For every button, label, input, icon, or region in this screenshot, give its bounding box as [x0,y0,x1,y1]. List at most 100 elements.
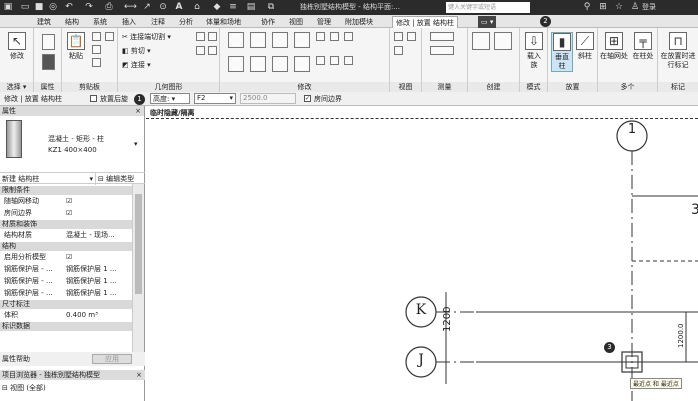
star-icon[interactable]: ☆ [614,2,624,12]
create-assembly-icon[interactable] [472,32,490,50]
undo-icon[interactable]: ↶ [64,2,74,12]
search-input[interactable]: 键入关键字或短语 [446,2,530,13]
tab-massing-site[interactable]: 体量和场地 [203,16,244,28]
mirror-draw-icon[interactable] [294,32,310,48]
create-parts-icon[interactable] [494,32,512,50]
subscription-icon[interactable]: ⊞ [598,2,608,12]
property-section[interactable]: 结构 [0,242,132,251]
cut-geometry-button[interactable]: ◧ 剪切 ▾ [122,46,151,56]
dimension-1200[interactable]: 1200 [442,307,453,332]
mirror-axis-icon[interactable] [272,32,288,48]
properties-help-link[interactable]: 属性帮助 [2,352,30,366]
property-row[interactable]: 钢筋保护层 - ... 钢筋保护层 1 ... [0,288,132,298]
tab-architecture[interactable]: 建筑 [34,16,54,28]
dimension-tool-icon[interactable] [430,46,454,55]
property-section[interactable]: 尺寸标注 [0,300,132,309]
close-icon[interactable]: × [136,370,142,380]
property-value[interactable]: 钢筋保护层 1 ... [66,264,132,274]
tag-icon[interactable]: ⊙ [158,2,168,12]
room-bounding-checkbox[interactable]: ✓ [304,95,311,102]
properties-icon[interactable] [42,34,55,50]
split-face-icon[interactable] [196,32,205,41]
split-gap-icon[interactable] [330,32,339,41]
save-icon[interactable]: ■ [34,2,44,12]
cut-icon[interactable] [92,32,101,41]
delete-icon[interactable] [344,56,353,65]
array-icon[interactable] [344,32,353,41]
split-icon[interactable] [316,32,325,41]
property-value[interactable]: 混凝土 - 现场... [66,230,132,240]
depth-height-select[interactable]: 高度: ▾ [150,93,190,104]
property-value[interactable]: 钢筋保护层 1 ... [66,288,132,298]
close-hidden-icon[interactable]: ▤ [246,2,256,12]
property-row[interactable]: 钢筋保护层 - ... 钢筋保护层 1 ... [0,276,132,286]
select-panel-label[interactable]: 选择 ▾ [0,82,33,92]
text-icon[interactable]: A [174,2,184,12]
property-row[interactable]: 钢筋保护层 - ... 钢筋保护层 1 ... [0,264,132,274]
paste-aligned-icon[interactable] [105,32,114,41]
tag-on-placement-button[interactable]: ⊓ 在放置时进行标记 [659,32,697,70]
tab-annotate[interactable]: 注释 [148,16,168,28]
instance-filter-select[interactable]: 新建 结构柱 ▾ [2,173,96,185]
hide-icon[interactable] [394,32,403,41]
cope-button[interactable]: ✂ 连接端切割 ▾ [122,32,171,42]
open-icon[interactable]: ▭ [20,2,30,12]
demolish-icon[interactable] [208,46,217,55]
sync-icon[interactable]: ◎ [48,2,58,12]
measure-distance-icon[interactable] [430,32,454,41]
copy-icon[interactable] [92,45,101,54]
trim-icon[interactable] [294,56,310,72]
redo-icon[interactable]: ↷ [84,2,94,12]
property-row[interactable]: 体积 0.400 m³ [0,310,132,320]
type-selector-chevron-icon[interactable]: ▾ [134,140,138,148]
property-value[interactable]: 0.400 m³ [66,310,132,320]
property-section[interactable]: 限制条件 [0,186,132,195]
dimension-icon[interactable]: ↗ [142,2,152,12]
align-icon[interactable] [228,32,244,48]
rotate-icon[interactable] [272,56,288,72]
match-type-icon[interactable] [92,58,101,67]
drawing-area[interactable]: 临时隐藏/隔离 1 K J 3 1200 1200.0 3 最近点 和 最近点 [146,106,698,401]
tab-minimize-icon[interactable]: ▭ ▾ [478,16,497,28]
paste-button[interactable]: 📋 粘贴 [66,32,86,61]
slanted-column-button[interactable]: ⟋ 斜柱 [575,32,595,61]
app-menu-icon[interactable]: ▣ [3,2,13,12]
thin-lines-icon[interactable]: ≡ [228,2,238,12]
property-section[interactable]: 标识数据 [0,322,132,331]
tab-modify-place-column[interactable]: 修改 | 放置 结构柱 [392,16,459,28]
section-icon[interactable]: ◆ [212,2,222,12]
tab-structure[interactable]: 结构 [62,16,82,28]
print-icon[interactable]: ⎙ [104,2,114,12]
edit-type-button[interactable]: ⊟ 编辑类型 [98,173,134,185]
level-select[interactable]: F2 ▾ [194,93,236,104]
tab-addins[interactable]: 附加模块 [342,16,376,28]
binoculars-icon[interactable]: ⚲ [582,2,592,12]
modify-button[interactable]: ↖ 修改 [4,32,30,61]
offset-icon[interactable] [250,32,266,48]
tab-analyze[interactable]: 分析 [176,16,196,28]
tab-insert[interactable]: 插入 [119,16,139,28]
login-link[interactable]: 登录 [642,2,656,12]
property-value[interactable]: ☑ [66,196,132,206]
switch-windows-icon[interactable]: ⧉ [266,2,276,12]
join-button[interactable]: ◩ 连接 ▾ [122,60,151,70]
apply-button[interactable]: 应用 [92,354,132,364]
rotate-after-checkbox[interactable] [90,95,97,102]
close-icon[interactable]: × [135,106,141,116]
paint-icon[interactable] [208,32,217,41]
move-icon[interactable] [228,56,244,72]
offset-input[interactable]: 2500.0 [240,93,296,104]
vertical-column-button[interactable]: ▮ 垂直柱 [551,32,573,72]
property-row[interactable]: 随轴网移动 ☑ [0,196,132,206]
measure-icon[interactable]: ⟷ [124,2,137,12]
tab-manage[interactable]: 管理 [314,16,334,28]
linework-icon[interactable] [394,46,403,55]
at-columns-button[interactable]: ╤ 在柱处 [629,32,657,61]
property-value[interactable]: ☑ [66,252,132,262]
dimension-1200-right[interactable]: 1200.0 [677,324,685,349]
user-icon[interactable]: ♙ [630,2,640,12]
override-icon[interactable] [407,32,416,41]
load-family-button[interactable]: ⇩ 载入族 [524,32,544,70]
wall-joins-icon[interactable] [196,46,205,55]
tab-systems[interactable]: 系统 [90,16,110,28]
